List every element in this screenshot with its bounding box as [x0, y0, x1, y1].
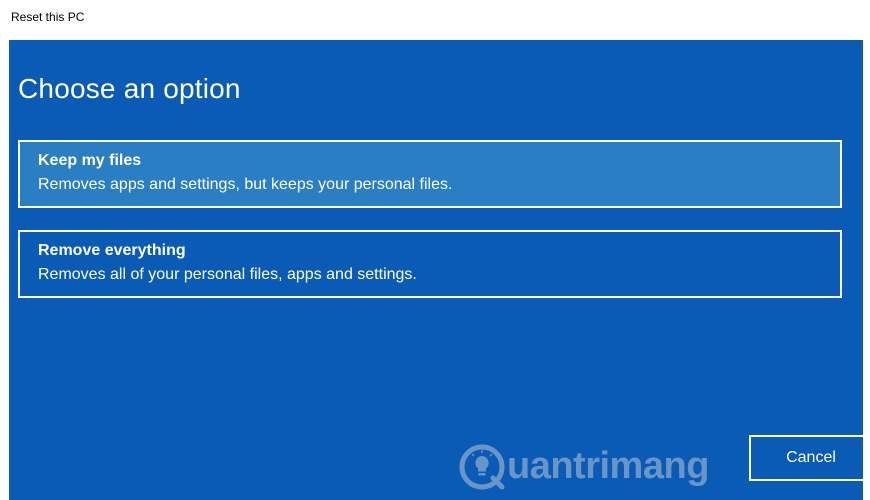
lightbulb-q-logo-icon — [459, 444, 505, 490]
watermark-text: uantrimang — [507, 445, 709, 487]
keep-my-files-option[interactable]: Keep my files Removes apps and settings,… — [18, 140, 842, 208]
title-bar: Reset this PC — [0, 0, 870, 40]
option-title: Remove everything — [38, 242, 186, 259]
option-description: Removes all of your personal files, apps… — [38, 266, 417, 283]
option-title: Keep my files — [38, 152, 142, 169]
page-title: Choose an option — [18, 73, 241, 104]
option-description: Removes apps and settings, but keeps you… — [38, 176, 453, 193]
cancel-button[interactable]: Cancel — [749, 435, 863, 481]
reset-panel: Choose an option Keep my files Removes a… — [9, 40, 863, 500]
remove-everything-option[interactable]: Remove everything Removes all of your pe… — [18, 230, 842, 298]
window-title: Reset this PC — [11, 10, 85, 24]
